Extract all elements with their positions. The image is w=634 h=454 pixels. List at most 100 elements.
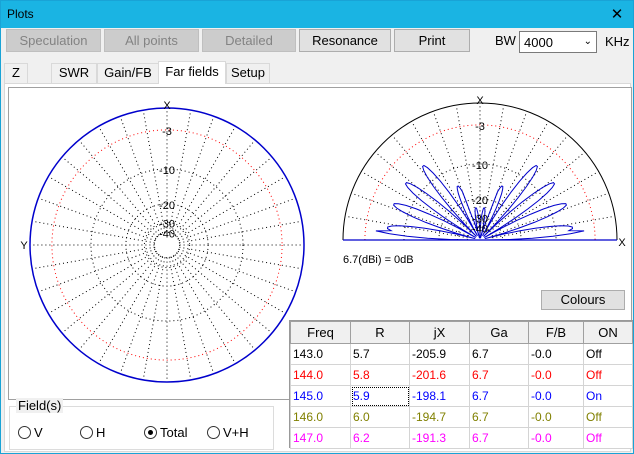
tab-z[interactable]: Z bbox=[4, 63, 28, 83]
chevron-down-icon[interactable]: ⌄ bbox=[584, 36, 592, 47]
elevation-right-x-label: X bbox=[618, 237, 626, 249]
cell-r[interactable]: 6.2 bbox=[350, 427, 410, 449]
radio-circle-icon bbox=[207, 426, 220, 439]
fields-legend: Field(s) bbox=[16, 398, 64, 413]
header-freq[interactable]: Freq bbox=[290, 321, 351, 344]
radio-total[interactable]: Total bbox=[144, 425, 187, 440]
tab-setup[interactable]: Setup bbox=[226, 63, 270, 83]
cell-r[interactable]: 5.7 bbox=[350, 343, 410, 365]
cell-on[interactable]: Off bbox=[583, 343, 633, 365]
azimuth-radial-line bbox=[174, 139, 256, 236]
cell-freq[interactable]: 144.0 bbox=[290, 364, 351, 386]
azimuth-ring-label: -20 bbox=[159, 200, 175, 212]
cell-freq[interactable]: 147.0 bbox=[290, 427, 351, 449]
header-ga[interactable]: Ga bbox=[469, 321, 529, 344]
table-row[interactable]: 144.0 5.8 -201.6 6.7 -0.0 Off bbox=[290, 364, 633, 386]
cell-fb[interactable]: -0.0 bbox=[528, 385, 584, 407]
cell-fb[interactable]: -0.0 bbox=[528, 427, 584, 449]
azimuth-ring-label: -40 bbox=[159, 228, 175, 240]
close-icon[interactable]: ✕ bbox=[601, 1, 633, 28]
cell-jx[interactable]: -191.3 bbox=[409, 427, 470, 449]
radio-h[interactable]: H bbox=[80, 425, 105, 440]
azimuth-radial-line bbox=[168, 257, 192, 381]
radio-circle-icon bbox=[80, 426, 93, 439]
elevation-ring-label: -20 bbox=[472, 195, 488, 207]
elevation-radial-line bbox=[492, 215, 616, 239]
cell-on[interactable]: Off bbox=[583, 364, 633, 386]
colours-button[interactable]: Colours bbox=[541, 290, 625, 310]
cell-jx[interactable]: -194.7 bbox=[409, 406, 470, 428]
cell-on[interactable]: Off bbox=[583, 406, 633, 428]
far-fields-panel: X Y -3 -10 -20 -30 -40 X X -3 -10 -20 -30 -40 6.7(dBi… bbox=[4, 83, 633, 452]
header-fb[interactable]: F/B bbox=[528, 321, 584, 344]
radio-v[interactable]: V bbox=[18, 425, 43, 440]
cell-fb[interactable]: -0.0 bbox=[528, 406, 584, 428]
table-header-row: Freq R jX Ga F/B ON bbox=[290, 321, 633, 344]
speculation-button[interactable]: Speculation bbox=[6, 29, 101, 52]
azimuth-radial-line bbox=[176, 252, 273, 334]
table-row[interactable]: 146.0 6.0 -194.7 6.7 -0.0 Off bbox=[290, 406, 633, 428]
bw-select[interactable]: 4000 ⌄ bbox=[519, 31, 597, 53]
detailed-button[interactable]: Detailed bbox=[202, 29, 296, 52]
radio-v-plus-h[interactable]: V+H bbox=[207, 425, 249, 440]
cell-on[interactable]: On bbox=[583, 385, 633, 407]
cell-ga[interactable]: 6.7 bbox=[469, 385, 529, 407]
header-jx[interactable]: jX bbox=[409, 321, 470, 344]
cell-jx[interactable]: -198.1 bbox=[409, 385, 470, 407]
tab-swr[interactable]: SWR bbox=[51, 63, 97, 83]
cell-r[interactable]: 5.8 bbox=[350, 364, 410, 386]
cell-fb[interactable]: -0.0 bbox=[528, 364, 584, 386]
resonance-button[interactable]: Resonance bbox=[299, 29, 391, 52]
radio-h-label: H bbox=[96, 425, 106, 440]
table-row[interactable]: 145.0 5.9 -198.1 6.7 -0.0 On bbox=[290, 385, 633, 407]
header-on[interactable]: ON bbox=[583, 321, 633, 344]
azimuth-x-label: X bbox=[163, 100, 171, 112]
tab-far-fields[interactable]: Far fields bbox=[158, 61, 226, 84]
cell-freq[interactable]: 146.0 bbox=[290, 406, 351, 428]
cell-on[interactable]: Off bbox=[583, 427, 633, 449]
window-title: Plots bbox=[7, 7, 34, 21]
azimuth-ring-label: -3 bbox=[162, 126, 172, 138]
azimuth-y-label: Y bbox=[20, 240, 28, 252]
results-table: Freq R jX Ga F/B ON 143.0 5.7 -205.9 6.7 -0.… bbox=[290, 321, 633, 449]
cell-ga[interactable]: 6.7 bbox=[469, 427, 529, 449]
cell-fb[interactable]: -0.0 bbox=[528, 343, 584, 365]
azimuth-radial-line bbox=[78, 139, 160, 236]
cell-r[interactable]: 6.0 bbox=[350, 406, 410, 428]
bw-unit: KHz bbox=[605, 34, 630, 49]
cell-freq[interactable]: 143.0 bbox=[290, 343, 351, 365]
cell-ga[interactable]: 6.7 bbox=[469, 364, 529, 386]
cell-ga[interactable]: 6.7 bbox=[469, 343, 529, 365]
elevation-radial-line bbox=[487, 134, 569, 231]
cell-ga[interactable]: 6.7 bbox=[469, 406, 529, 428]
azimuth-ring-label: -10 bbox=[159, 165, 175, 177]
cell-jx[interactable]: -201.6 bbox=[409, 364, 470, 386]
azimuth-radial-line bbox=[176, 156, 273, 238]
elevation-ring-label: -3 bbox=[475, 121, 485, 133]
bw-label: BW bbox=[495, 33, 516, 48]
table-row[interactable]: 143.0 5.7 -205.9 6.7 -0.0 Off bbox=[290, 343, 633, 365]
cell-r[interactable]: 5.9 bbox=[350, 385, 410, 407]
print-button[interactable]: Print bbox=[394, 29, 470, 52]
table-row[interactable]: 147.0 6.2 -191.3 6.7 -0.0 Off bbox=[290, 427, 633, 449]
elevation-radial-line bbox=[489, 151, 586, 233]
cell-freq[interactable]: 145.0 bbox=[290, 385, 351, 407]
elevation-ring-label: -10 bbox=[472, 160, 488, 172]
tab-gain-fb[interactable]: Gain/FB bbox=[97, 63, 159, 83]
radio-total-label: Total bbox=[160, 425, 188, 440]
azimuth-radial-line bbox=[142, 257, 166, 381]
fields-group: Field(s) V H Total V+H bbox=[9, 398, 274, 450]
azimuth-pattern bbox=[29, 107, 305, 383]
all-points-button[interactable]: All points bbox=[104, 29, 199, 52]
cell-jx[interactable]: -205.9 bbox=[409, 343, 470, 365]
azimuth-radial-line bbox=[78, 254, 160, 351]
azimuth-radial-line bbox=[174, 254, 256, 351]
plots-window: Plots ✕ Speculation All points Detailed … bbox=[0, 0, 634, 454]
elevation-ring-label: -40 bbox=[472, 223, 488, 235]
results-table-container: Freq R jX Ga F/B ON 143.0 5.7 -205.9 6.7 -0.… bbox=[289, 320, 633, 449]
radio-v-plus-h-label: V+H bbox=[223, 425, 249, 440]
elevation-radial-line bbox=[391, 134, 473, 231]
header-r[interactable]: R bbox=[350, 321, 410, 344]
azimuth-radial-line bbox=[61, 252, 158, 334]
azimuth-radial-line bbox=[31, 246, 155, 270]
